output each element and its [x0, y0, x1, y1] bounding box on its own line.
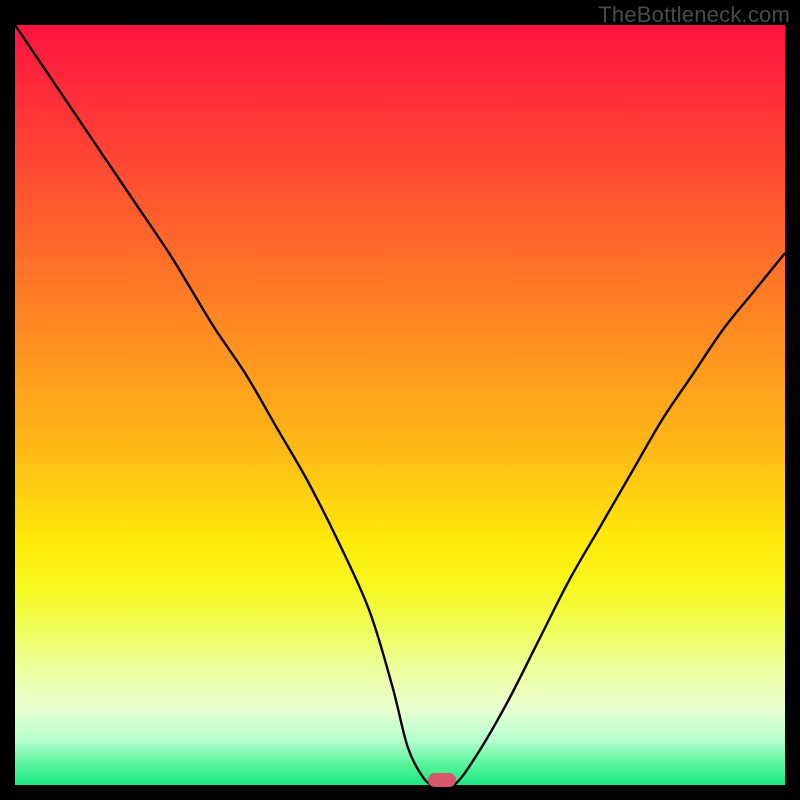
chart-stage: TheBottleneck.com: [0, 0, 800, 800]
watermark-text: TheBottleneck.com: [598, 2, 790, 28]
plot-area: [15, 25, 785, 785]
minimum-marker: [428, 773, 456, 787]
curve-svg: [15, 25, 785, 785]
bottleneck-curve: [15, 25, 785, 785]
